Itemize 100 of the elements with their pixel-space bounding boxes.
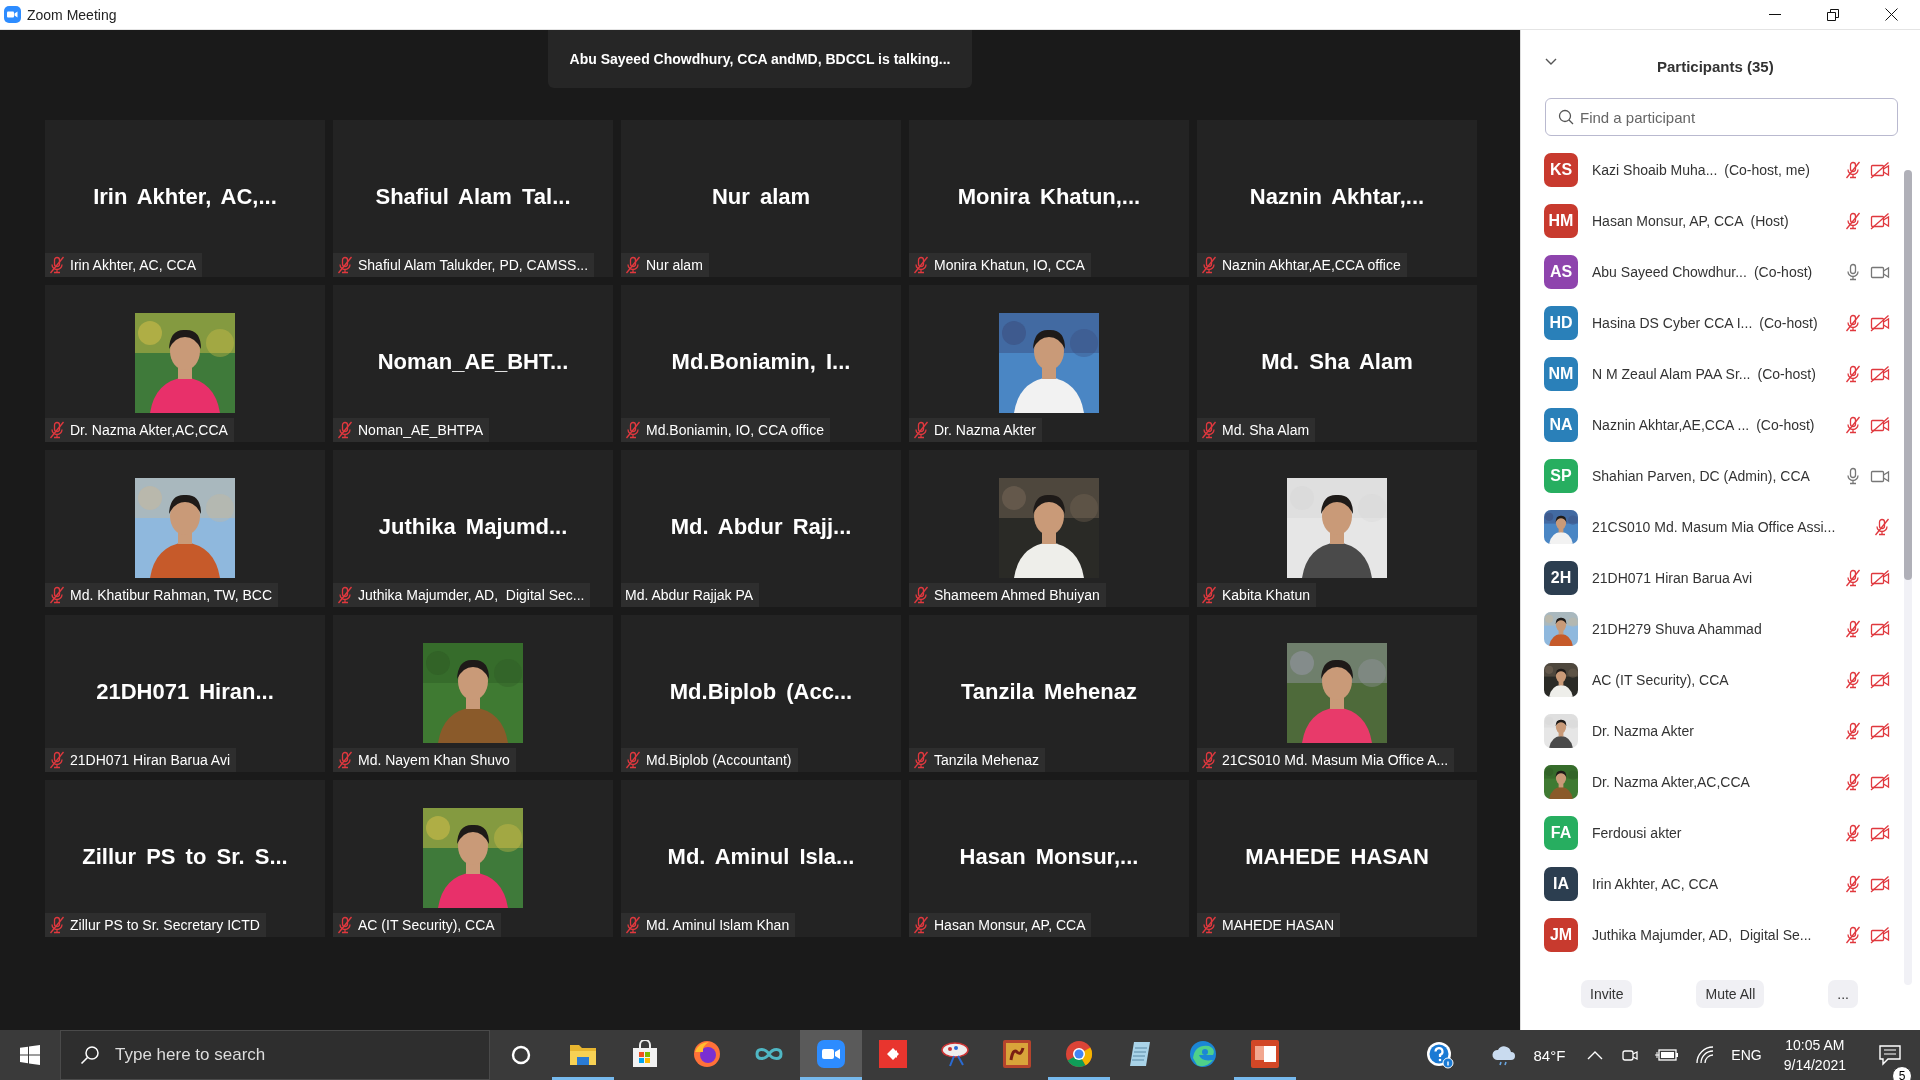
muted-mic-icon	[625, 751, 641, 769]
video-tile[interactable]: Shameem Ahmed Bhuiyan	[909, 450, 1189, 607]
battery-icon[interactable]	[1655, 1048, 1680, 1062]
name-text: Dr. Nazma Akter	[934, 422, 1036, 438]
circle-icon[interactable]	[511, 1045, 531, 1065]
clock[interactable]: 10:05 AM 9/14/2021	[1769, 1035, 1860, 1075]
mic-icon	[1845, 466, 1861, 485]
presentation-icon[interactable]	[1251, 1039, 1279, 1068]
muted-mic-icon	[1201, 586, 1217, 604]
chevron-down-icon[interactable]	[1545, 58, 1557, 66]
muted-mic-icon	[625, 256, 641, 274]
shopping-bag-icon[interactable]	[632, 1039, 658, 1068]
video-tile[interactable]: Shafiul Alam Tal... Shafiul Alam Talukder, PD, CAMSS...	[333, 120, 613, 277]
windows-start-icon[interactable]	[20, 1045, 40, 1065]
muted-mic-icon	[1845, 823, 1861, 842]
app-tile-icon[interactable]	[1003, 1039, 1031, 1068]
muted-mic-icon	[1201, 916, 1217, 934]
muted-mic-icon	[1201, 256, 1217, 274]
muted-mic-icon	[337, 421, 353, 439]
date-text: 9/14/2021	[1783, 1056, 1846, 1075]
muted-mic-icon	[1845, 160, 1861, 179]
time-text: 10:05 AM	[1785, 1036, 1845, 1055]
search-field[interactable]: Type here to search	[60, 1030, 490, 1080]
participant-role: (Host)	[1750, 212, 1789, 229]
video-off-icon	[1870, 211, 1890, 230]
muted-mic-icon	[913, 586, 929, 604]
participant-name: Naznin Akhtar,...	[1248, 184, 1426, 210]
scrollbar[interactable]	[1904, 170, 1912, 985]
participant-role: (Co-host)	[1759, 314, 1818, 331]
browser-circle-icon[interactable]	[1065, 1039, 1093, 1068]
muted-mic-icon	[625, 916, 641, 934]
name-text: Irin Akhter, AC, CCA	[70, 257, 197, 273]
muted-mic-icon	[1845, 721, 1861, 740]
video-tile[interactable]: 21CS010 Md. Masum Mia Office A...	[1197, 615, 1477, 772]
video-tile[interactable]: Md.Boniamin, I... Md.Boniamin, IO, CCA office	[621, 285, 901, 442]
participant-name: MAHEDE HASAN	[1244, 844, 1430, 870]
video-tile[interactable]: MAHEDE HASAN MAHEDE HASAN	[1197, 780, 1477, 937]
video-off-icon	[1870, 772, 1890, 791]
browser-globe-icon[interactable]	[693, 1039, 721, 1068]
invite-button[interactable]: Invite	[1581, 980, 1633, 1008]
participant-role: (Co-host)	[1753, 263, 1813, 280]
mic-icon	[1845, 262, 1861, 281]
window-title: Zoom Meeting	[27, 6, 117, 23]
video-tile[interactable]: Md. Sha Alam Md. Sha Alam	[1197, 285, 1477, 442]
muted-mic-icon	[337, 256, 353, 274]
name-text: Nur alam	[646, 257, 703, 273]
help-icon[interactable]	[1425, 1041, 1454, 1069]
video-tile[interactable]: Md. Abdur Rajj... Md. Abdur Rajjak PA	[621, 450, 901, 607]
avatar: 2H	[1544, 560, 1578, 595]
video-tile[interactable]: Juthika Majumd... Juthika Majumder, AD, Digital Sec...	[333, 450, 613, 607]
muted-mic-icon	[49, 256, 65, 274]
video-tile[interactable]: Tanzila Mehenaz Tanzila Mehenaz	[909, 615, 1189, 772]
video-off-icon	[1870, 313, 1890, 332]
video-tile[interactable]: Nur alam Nur alam	[621, 120, 901, 277]
infinity-icon[interactable]	[754, 1045, 784, 1062]
video-camera-icon[interactable]	[817, 1039, 845, 1068]
avatar: HM	[1544, 203, 1578, 238]
video-tile[interactable]: Dr. Nazma Akter	[909, 285, 1189, 442]
weather-cloud-icon[interactable]	[1489, 1044, 1518, 1066]
temperature-text[interactable]: 84°F	[1525, 1046, 1574, 1064]
search-field[interactable]: Find a participant	[1545, 98, 1898, 136]
mute-all-button[interactable]: Mute All	[1696, 980, 1765, 1008]
video-tile[interactable]: Zillur PS to Sr. S... Zillur PS to Sr. Secretary ICTD	[45, 780, 325, 937]
video-tile[interactable]: 21DH071 Hiran... 21DH071 Hiran Barua Avi	[45, 615, 325, 772]
video-tile[interactable]: Irin Akhter, AC,... Irin Akhter, AC, CCA	[45, 120, 325, 277]
video-tile[interactable]: Dr. Nazma Akter,AC,CCA	[45, 285, 325, 442]
language-indicator[interactable]: ENG	[1723, 1047, 1770, 1063]
restore-icon	[1827, 8, 1839, 21]
search-icon	[80, 1045, 100, 1065]
video-tile[interactable]: Naznin Akhtar,... Naznin Akhtar,AE,CCA office	[1197, 120, 1477, 277]
notifications-icon[interactable]	[1878, 1044, 1902, 1066]
name-text: Kabita Khatun	[1222, 587, 1310, 603]
name-text: Juthika Majumder, AD, Digital Sec...	[358, 587, 585, 603]
video-tile[interactable]: Md. Khatibur Rahman, TW, BCC	[45, 450, 325, 607]
video-tile[interactable]: Kabita Khatun	[1197, 450, 1477, 607]
muted-mic-icon	[1845, 415, 1861, 434]
video-tile[interactable]: Noman_AE_BHT... Noman_AE_BHTPA	[333, 285, 613, 442]
video-tile[interactable]: Monira Khatun,... Monira Khatun, IO, CCA	[909, 120, 1189, 277]
muted-mic-icon	[625, 421, 641, 439]
video-tile[interactable]: Hasan Monsur,... Hasan Monsur, AP, CCA	[909, 780, 1189, 937]
video-off-icon	[1870, 874, 1890, 893]
name-text: Shameem Ahmed Bhuiyan	[934, 587, 1100, 603]
name-text: Shafiul Alam Talukder, PD, CAMSS...	[358, 257, 589, 273]
more-button[interactable]: ...	[1828, 980, 1858, 1008]
muted-mic-icon	[49, 421, 65, 439]
browser-swirl-icon[interactable]	[1189, 1039, 1217, 1068]
participant-name: Monira Khatun,...	[956, 184, 1142, 210]
video-tile[interactable]: Md.Biplob (Acc... Md.Biplob (Accountant)	[621, 615, 901, 772]
participant-name: Dr. Nazma Akter	[1592, 722, 1694, 739]
avatar: JM	[1544, 917, 1578, 952]
video-tile[interactable]: AC (IT Security), CCA	[333, 780, 613, 937]
close-icon	[1884, 8, 1898, 21]
chevron-up-icon[interactable]	[1587, 1050, 1604, 1060]
video-tile[interactable]: Md. Aminul Isla... Md. Aminul Islam Khan	[621, 780, 901, 937]
name-text: MAHEDE HASAN	[1222, 917, 1335, 933]
wifi-icon[interactable]	[1695, 1046, 1716, 1064]
palette-icon[interactable]	[940, 1039, 970, 1068]
video-tile[interactable]: Md. Nayem Khan Shuvo	[333, 615, 613, 772]
muted-mic-icon	[1201, 421, 1217, 439]
participant-name: Tanzila Mehenaz	[960, 679, 1138, 705]
